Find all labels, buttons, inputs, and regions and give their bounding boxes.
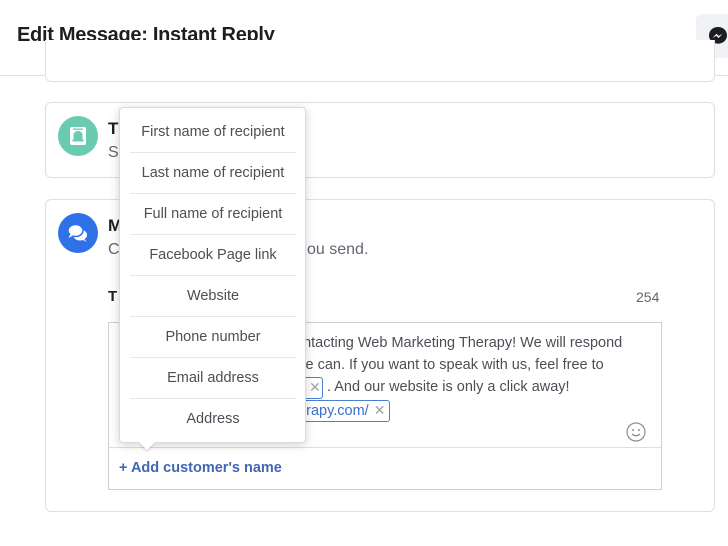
dropdown-item-last-name[interactable]: Last name of recipient — [130, 153, 296, 194]
dropdown-pointer — [139, 442, 155, 450]
dropdown-item-address[interactable]: Address — [130, 399, 296, 440]
dropdown-item-email-address[interactable]: Email address — [130, 358, 296, 399]
dropdown-item-phone-number[interactable]: Phone number — [130, 317, 296, 358]
card-subtitle: S — [108, 144, 119, 161]
dropdown-item-full-name[interactable]: Full name of recipient — [130, 194, 296, 235]
message-text-line: we can. If you want to speak with us, fe… — [295, 357, 604, 373]
remove-token-icon[interactable]: ✕ — [374, 402, 386, 418]
message-field-label: T — [108, 288, 118, 305]
emoji-button[interactable] — [625, 421, 647, 443]
message-text-line: . And our website is only a click away! — [327, 379, 570, 395]
card-title: T — [108, 119, 119, 138]
add-customer-name-button[interactable]: + Add customer's name — [119, 460, 282, 476]
chat-icon-badge — [58, 213, 98, 253]
personalization-dropdown: First name of recipient Last name of rec… — [119, 107, 306, 443]
previous-card — [45, 40, 715, 82]
editor-footer: + Add customer's name — [109, 447, 661, 489]
chat-bubbles-icon — [67, 223, 87, 242]
bell-icon — [70, 127, 86, 145]
dropdown-item-first-name[interactable]: First name of recipient — [130, 112, 296, 153]
card-subtitle: C — [108, 241, 120, 258]
card-subtitle-tail: ou send. — [307, 241, 369, 258]
dropdown-item-facebook-page-link[interactable]: Facebook Page link — [130, 235, 296, 276]
smiley-icon — [626, 422, 646, 442]
remove-token-icon[interactable]: ✕ — [309, 379, 321, 395]
character-count: 254 — [636, 289, 660, 305]
bell-icon-badge — [58, 116, 98, 156]
dropdown-item-website[interactable]: Website — [130, 276, 296, 317]
message-text-line: ontacting Web Marketing Therapy! We will… — [295, 335, 623, 351]
